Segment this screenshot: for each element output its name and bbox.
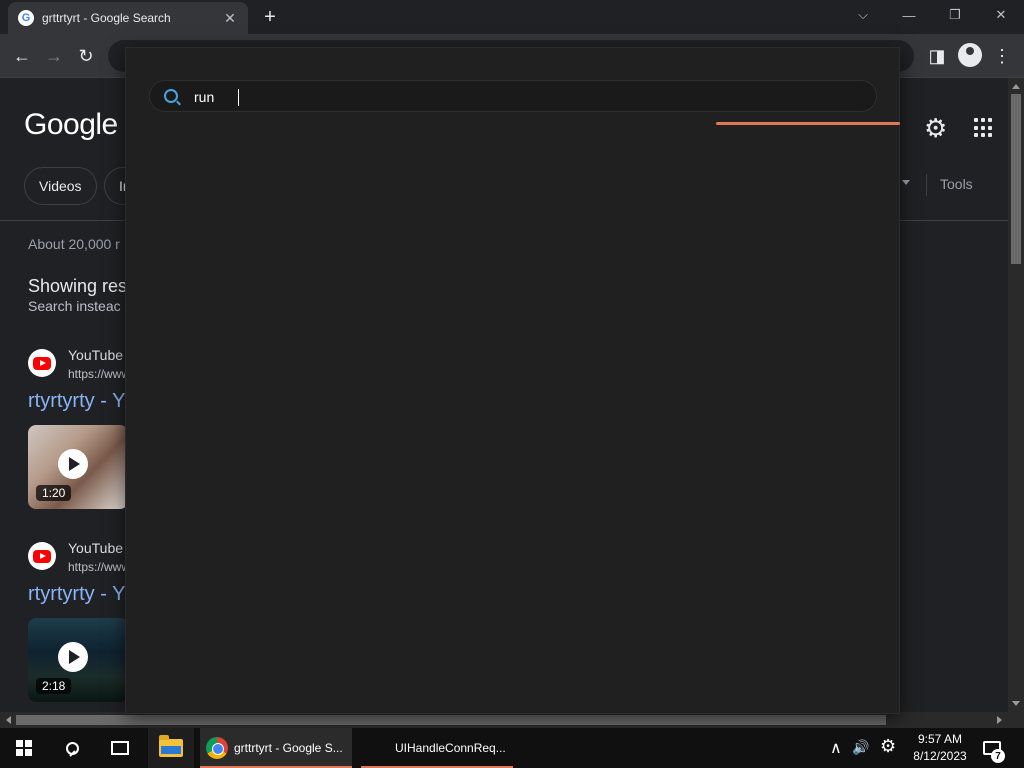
google-apps-icon[interactable] [974,118,994,138]
google-logo[interactable]: Google [24,108,118,142]
windows-logo-icon [16,740,32,756]
taskbar-app-uihandle[interactable]: UIHandleConnReq... [361,728,513,768]
search-icon [164,89,178,103]
search-instead-link[interactable]: Search insteac [28,298,121,314]
scrollbar-thumb[interactable] [1011,94,1021,264]
play-icon[interactable] [58,449,88,479]
scroll-up-icon[interactable] [1012,84,1020,89]
minimize-icon[interactable]: — [886,0,932,30]
file-explorer-button[interactable] [148,728,194,768]
taskbar-app-label: grttrtyrt - Google S... [234,741,343,755]
search-icon [65,741,79,755]
start-button[interactable] [0,728,48,768]
divider [926,174,927,196]
youtube-icon [28,542,56,570]
result-stats: About 20,000 r [28,236,120,252]
result-site: YouTube [68,540,124,556]
play-icon[interactable] [58,642,88,672]
chevron-down-icon[interactable] [902,180,910,185]
search-box[interactable] [149,80,877,112]
taskbar-app-chrome[interactable]: grttrtyrt - Google S... [200,728,352,768]
loading-progress-bar [716,122,900,125]
browser-tab-strip: G grttrtyrt - Google Search ✕ + ⌵ — ❐ ✕ [0,0,1024,34]
result-title-link[interactable]: rtyrtyrty - Y [28,583,125,606]
result-title-link[interactable]: rtyrtyrty - Y [28,390,125,413]
side-panel-icon[interactable]: ◨ [923,42,951,70]
chip-videos[interactable]: Videos [24,167,97,205]
taskbar-app-label: UIHandleConnReq... [395,741,506,755]
scrollbar-thumb[interactable] [16,715,886,725]
scroll-left-icon[interactable] [6,716,11,724]
folder-icon [159,735,183,757]
scrollbar-corner [1008,712,1024,728]
browser-tab[interactable]: G grttrtyrt - Google Search ✕ [8,2,248,34]
close-tab-icon[interactable]: ✕ [222,10,238,27]
google-favicon-icon: G [18,10,34,26]
tools-button[interactable]: Tools [940,176,973,192]
result-url: https://www [68,560,131,574]
profile-avatar-icon[interactable] [958,43,982,67]
settings-icon[interactable]: ⚙ [880,736,896,757]
close-window-icon[interactable]: ✕ [978,0,1024,30]
taskbar-search-button[interactable] [48,728,96,768]
horizontal-scrollbar[interactable] [0,712,1008,728]
restore-icon[interactable]: ❐ [932,0,978,30]
settings-gear-icon[interactable]: ⚙ [924,114,947,142]
new-tab-button[interactable]: + [258,5,282,29]
scroll-down-icon[interactable] [1012,701,1020,706]
notification-count-badge: 7 [991,749,1005,763]
forward-icon[interactable]: → [40,42,68,70]
show-hidden-icons-chevron-icon[interactable]: ∧ [830,738,842,758]
video-duration: 1:20 [36,485,72,501]
vertical-scrollbar[interactable] [1008,78,1024,712]
result-site: YouTube [68,347,124,363]
task-view-button[interactable] [96,728,144,768]
showing-results-text: Showing res [28,276,128,296]
clock-time[interactable]: 9:57 AM [912,732,968,746]
video-duration: 2:18 [36,678,72,694]
clock-date[interactable]: 8/12/2023 [910,749,970,763]
result-url: https://www [68,367,131,381]
back-icon[interactable]: ← [8,42,36,70]
task-view-icon [111,741,129,755]
desktop: G grttrtyrt - Google Search ✕ + ⌵ — ❐ ✕ … [0,0,1024,768]
search-overlay-panel [125,47,900,714]
volume-icon[interactable]: 🔊 [852,739,869,756]
tab-search-icon[interactable]: ⌵ [840,0,886,30]
text-caret [238,89,239,106]
reload-icon[interactable]: ↻ [72,42,100,70]
youtube-icon [28,349,56,377]
taskbar: grttrtyrt - Google S... UIHandleConnReq.… [0,728,1024,768]
scroll-right-icon[interactable] [997,716,1002,724]
tab-title: grttrtyrt - Google Search [42,11,171,25]
browser-menu-icon[interactable]: ⋮ [988,42,1016,70]
search-input[interactable] [194,87,854,107]
chrome-icon [206,737,228,759]
